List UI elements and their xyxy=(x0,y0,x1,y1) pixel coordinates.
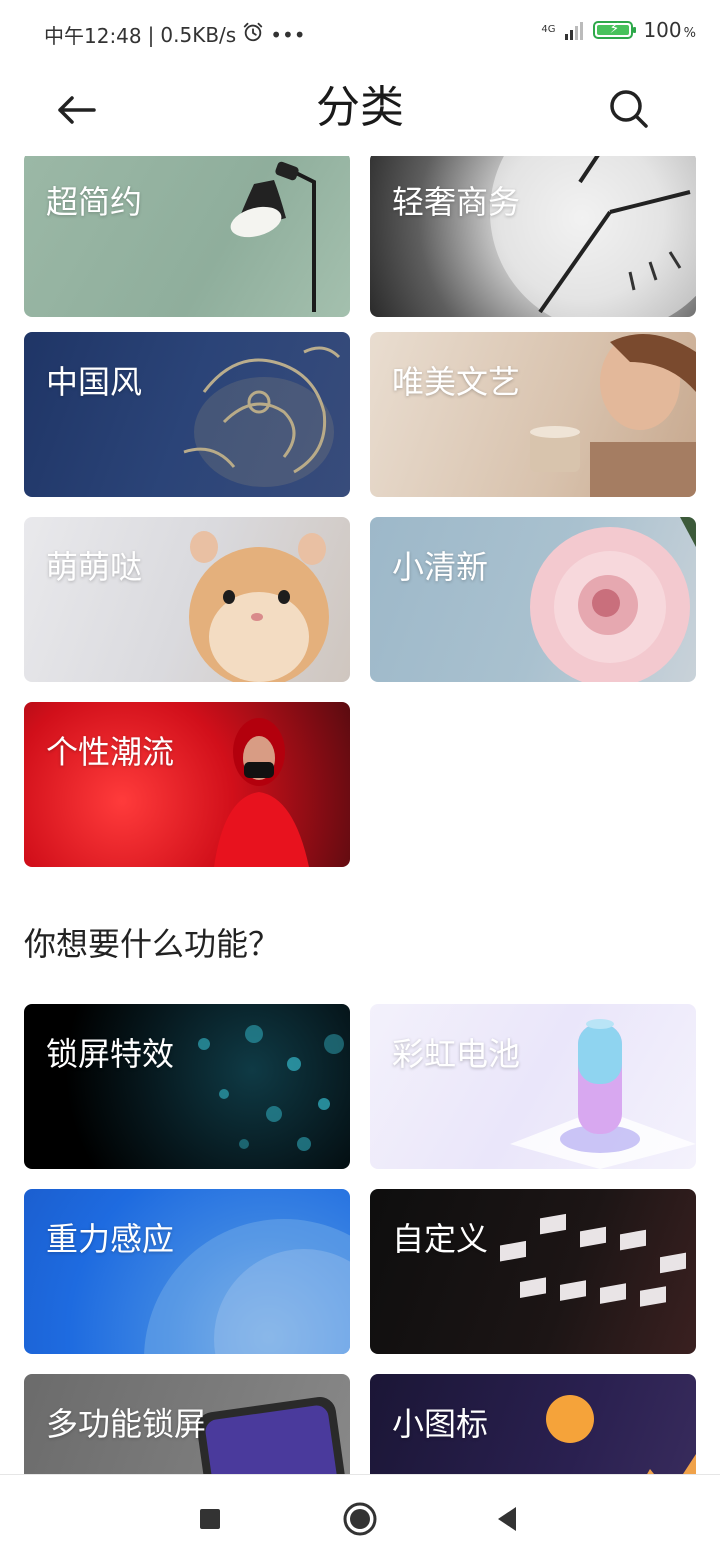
feature-card-label: 锁屏特效 xyxy=(46,1035,175,1073)
battery-cylinder-illustration xyxy=(510,1019,696,1169)
recents-button[interactable] xyxy=(190,1499,230,1539)
feature-card-rainbow-battery[interactable]: 彩虹电池 xyxy=(370,1004,696,1169)
feature-card-custom[interactable]: 自定义 xyxy=(370,1189,696,1354)
status-right: 4G ⚡ 100% xyxy=(541,18,696,42)
style-card-minimal[interactable]: 超简约 xyxy=(24,156,350,317)
status-net-speed: 0.5KB/s xyxy=(160,22,237,47)
peony-illustration xyxy=(530,517,696,682)
planet-illustration xyxy=(144,1219,350,1354)
home-button[interactable] xyxy=(340,1499,380,1539)
battery-level: 100% xyxy=(643,18,696,42)
more-dots: ••• xyxy=(270,22,306,47)
status-left: 中午12:48 | 0.5KB/s ••• xyxy=(44,20,306,49)
feature-card-label: 重力感应 xyxy=(46,1220,175,1258)
bokeh-illustration xyxy=(198,1025,344,1151)
feature-card-lock-effect[interactable]: 锁屏特效 xyxy=(24,1004,350,1169)
hamster-illustration xyxy=(189,531,329,682)
dragon-illustration xyxy=(183,346,341,487)
triangle-back-icon xyxy=(498,1507,516,1531)
feature-card-label: 小图标 xyxy=(392,1405,489,1443)
search-button[interactable] xyxy=(604,84,654,134)
style-card-trendy[interactable]: 个性潮流 xyxy=(24,702,350,867)
category-content[interactable]: 超简约 轻奢商务 中国风 唯美文艺 萌萌哒 小清新 个性潮流 你想要什么功能？ … xyxy=(0,156,720,1474)
feature-card-multifunction-lock[interactable]: 多功能锁屏 xyxy=(24,1374,350,1474)
feature-card-label: 多功能锁屏 xyxy=(46,1405,207,1443)
style-card-label: 轻奢商务 xyxy=(392,183,521,221)
moon-mountain-illustration xyxy=(546,1395,696,1474)
floating-blocks-illustration xyxy=(500,1213,686,1307)
phone-illustration xyxy=(197,1397,350,1474)
style-card-label: 中国风 xyxy=(46,363,143,401)
square-icon xyxy=(200,1509,220,1529)
signal-icon xyxy=(565,20,584,40)
system-navigation-bar xyxy=(0,1474,720,1561)
header: 分类 xyxy=(0,64,720,156)
style-card-cute[interactable]: 萌萌哒 xyxy=(24,517,350,682)
network-type: 4G xyxy=(541,24,556,35)
style-card-artsy[interactable]: 唯美文艺 xyxy=(370,332,696,497)
feature-card-small-icon[interactable]: 小图标 xyxy=(370,1374,696,1474)
style-card-chinese[interactable]: 中国风 xyxy=(24,332,350,497)
feature-card-gravity[interactable]: 重力感应 xyxy=(24,1189,350,1354)
style-card-label: 超简约 xyxy=(46,183,143,221)
status-separator: | xyxy=(147,22,155,47)
style-card-label: 个性潮流 xyxy=(46,733,175,771)
battery-icon: ⚡ xyxy=(593,21,637,39)
style-card-business[interactable]: 轻奢商务 xyxy=(370,156,696,317)
search-icon xyxy=(610,90,648,128)
features-section-title: 你想要什么功能？ xyxy=(24,925,281,963)
style-card-fresh[interactable]: 小清新 xyxy=(370,517,696,682)
feature-card-label: 彩虹电池 xyxy=(392,1035,521,1073)
hoodie-person-illustration xyxy=(214,718,309,867)
circle-icon xyxy=(343,1502,377,1536)
status-time: 中午12:48 xyxy=(44,24,142,48)
style-card-label: 唯美文艺 xyxy=(392,363,521,401)
lamp-illustration xyxy=(230,161,316,312)
status-bar: 中午12:48 | 0.5KB/s ••• 4G ⚡ 100% xyxy=(0,0,720,64)
style-card-label: 萌萌哒 xyxy=(46,548,143,586)
alarm-icon xyxy=(242,21,264,48)
clock-illustration xyxy=(490,156,696,317)
woman-mug-illustration xyxy=(530,334,696,497)
feature-card-label: 自定义 xyxy=(392,1220,489,1258)
system-back-button[interactable] xyxy=(488,1499,528,1539)
style-card-label: 小清新 xyxy=(392,548,489,586)
